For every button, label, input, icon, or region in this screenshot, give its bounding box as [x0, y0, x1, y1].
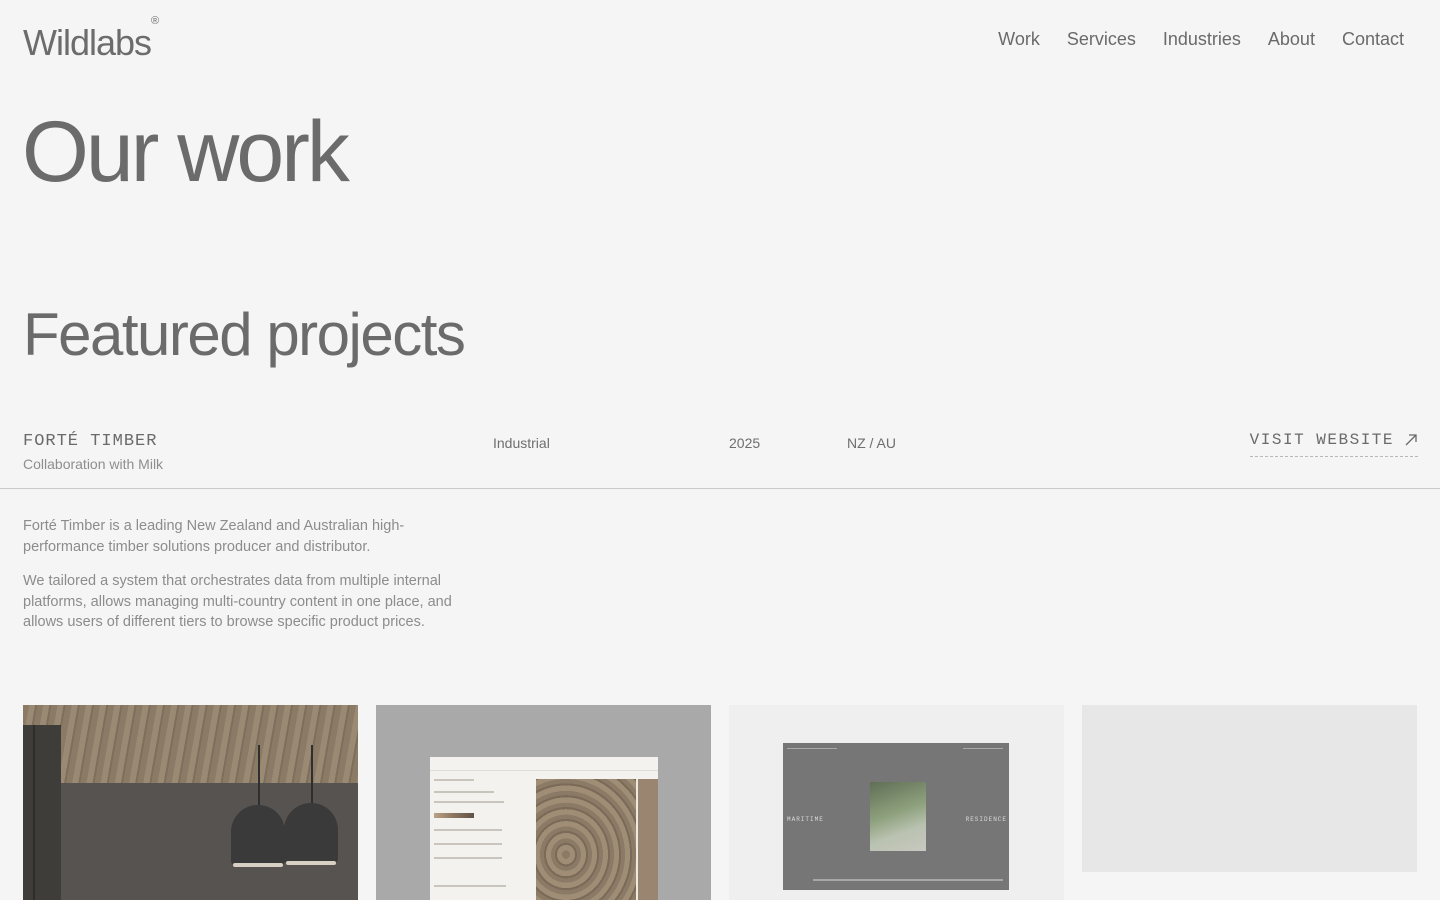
- mock-text-line: [434, 801, 504, 803]
- timber-ceiling: [23, 705, 358, 783]
- pendant-lamp-icon: [284, 803, 338, 863]
- section-title: Featured projects: [23, 301, 466, 368]
- main-nav: Work Services Industries About Contact: [998, 27, 1404, 51]
- nav-work[interactable]: Work: [998, 27, 1040, 51]
- residence-page-mockup: MARITIME RESIDENCE: [783, 743, 1009, 890]
- mock-text-line: [434, 885, 506, 887]
- mock-nav-line: [787, 748, 837, 749]
- page: Wildlabs® Work Services Industries About…: [0, 0, 1440, 900]
- project-image-product-page[interactable]: [376, 705, 711, 900]
- mock-label-left: MARITIME: [787, 816, 824, 823]
- arrow-up-right-icon: [1405, 434, 1417, 446]
- visit-website-link[interactable]: VISIT WEBSITE: [1249, 430, 1418, 457]
- lamp-light: [233, 863, 283, 867]
- timber-texture: [536, 779, 636, 900]
- project-image-residence-page[interactable]: MARITIME RESIDENCE: [729, 705, 1064, 900]
- mock-text-line: [434, 791, 494, 793]
- mock-text-line: [813, 879, 1003, 881]
- colour-swatch: [434, 813, 474, 818]
- mock-text-line: [434, 829, 502, 831]
- window-frame: [23, 725, 61, 900]
- page-title: Our work: [22, 104, 350, 200]
- mock-nav-line: [963, 748, 1003, 749]
- project-name: FORTÉ TIMBER: [23, 432, 158, 451]
- logo[interactable]: Wildlabs®: [23, 15, 160, 64]
- mock-label-right: RESIDENCE: [965, 816, 1007, 823]
- mock-text-line: [434, 843, 502, 845]
- logo-text: Wildlabs: [23, 22, 152, 63]
- registered-mark: ®: [151, 15, 160, 27]
- visit-website-label: VISIT WEBSITE: [1249, 431, 1394, 449]
- product-page-mockup: [430, 757, 658, 900]
- nav-industries[interactable]: Industries: [1163, 27, 1241, 51]
- lamp-cord: [258, 745, 260, 807]
- mock-text-line: [434, 779, 474, 781]
- nav-contact[interactable]: Contact: [1342, 27, 1404, 51]
- project-collaboration: Collaboration with Milk: [23, 456, 164, 472]
- mock-text-line: [434, 857, 502, 859]
- nav-about[interactable]: About: [1268, 27, 1315, 51]
- site-header: Wildlabs® Work Services Industries About…: [0, 0, 1440, 80]
- project-image-interior[interactable]: [23, 705, 358, 900]
- project-region: NZ / AU: [847, 435, 897, 451]
- nav-services[interactable]: Services: [1067, 27, 1136, 51]
- pendant-lamp-icon: [231, 805, 285, 865]
- project-description-intro: Forté Timber is a leading New Zealand an…: [23, 518, 405, 555]
- lamp-cord: [311, 745, 313, 805]
- lamp-light: [286, 861, 336, 865]
- project-image-placeholder[interactable]: [1082, 705, 1417, 872]
- project-year: 2025: [729, 435, 761, 451]
- timber-texture: [636, 779, 658, 900]
- project-industry: Industrial: [493, 435, 550, 451]
- mock-nav-bar: [430, 757, 658, 771]
- garden-photo: [870, 782, 926, 851]
- project-description-detail: We tailored a system that orchestrates d…: [23, 573, 452, 630]
- divider: [0, 488, 1440, 489]
